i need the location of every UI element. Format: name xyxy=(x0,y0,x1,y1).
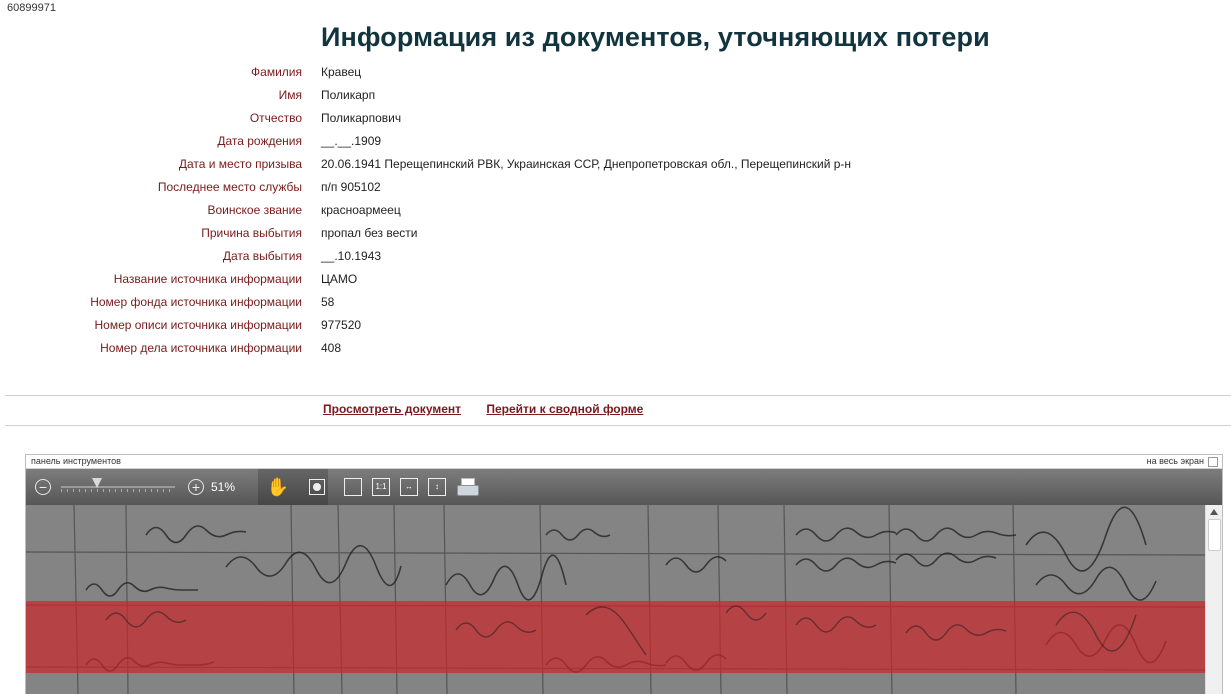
printer-icon xyxy=(457,478,479,496)
field-label: Фамилия xyxy=(251,65,302,79)
action-links: Просмотреть документ Перейти к сводной ф… xyxy=(323,402,665,416)
toolbar-panel-title: панель инструментов xyxy=(31,456,121,466)
plus-icon: + xyxy=(188,479,204,495)
record-id: 60899971 xyxy=(7,2,56,14)
field-row-conscription: Дата и место призыва 20.06.1941 Перещепи… xyxy=(0,153,1231,176)
scroll-thumb[interactable] xyxy=(1208,519,1221,551)
field-value: Поликарпович xyxy=(321,111,402,125)
view-document-link[interactable]: Просмотреть документ xyxy=(323,402,461,416)
fullscreen-checkbox[interactable] xyxy=(1208,457,1218,467)
field-value: 977520 xyxy=(321,318,362,332)
fit-height-button[interactable]: ↕ xyxy=(428,476,446,498)
summary-form-link[interactable]: Перейти к сводной форме xyxy=(486,402,643,416)
field-label: Последнее место службы xyxy=(157,180,302,194)
field-value: Кравец xyxy=(321,65,362,79)
zoom-in-button[interactable]: + xyxy=(186,476,206,498)
field-label: Дата выбытия xyxy=(222,249,302,263)
field-value: __.10.1943 xyxy=(321,249,382,263)
field-value: пропал без вести xyxy=(321,226,418,240)
field-value: 58 xyxy=(321,295,335,309)
field-row-birth-date: Дата рождения __.__.1909 xyxy=(0,130,1231,153)
fit-page-icon xyxy=(344,478,362,496)
field-value: 408 xyxy=(321,341,342,355)
field-value: Поликарп xyxy=(321,88,376,102)
actual-size-icon: 1:1 xyxy=(372,478,390,496)
field-label: Отчество xyxy=(249,111,302,125)
field-label: Номер фонда источника информации xyxy=(90,295,302,309)
field-label: Причина выбытия xyxy=(201,226,302,240)
field-label: Название источника информации xyxy=(113,272,302,286)
page-title: Информация из документов, уточняющих пот… xyxy=(321,22,990,52)
field-label: Дата и место призыва xyxy=(178,157,302,171)
vertical-scrollbar[interactable] xyxy=(1205,505,1222,694)
field-value: п/п 905102 xyxy=(321,180,381,194)
field-row-rank: Воинское звание красноармеец xyxy=(0,199,1231,222)
viewer-toolbar: − + 51% ✋ 1:1 ↔ ↕ xyxy=(26,469,1222,505)
field-label: Номер описи источника информации xyxy=(94,318,302,332)
document-scan-area[interactable] xyxy=(26,505,1222,694)
field-row-loss-date: Дата выбытия __.10.1943 xyxy=(0,245,1231,268)
fit-height-icon: ↕ xyxy=(428,478,446,496)
zoom-slider-track[interactable] xyxy=(61,486,175,488)
fit-width-button[interactable]: ↔ xyxy=(400,476,418,498)
document-viewer: панель инструментов на весь экран − + 51… xyxy=(25,454,1223,694)
field-value: __.__.1909 xyxy=(321,134,382,148)
field-row-surname: Фамилия Кравец xyxy=(0,61,1231,84)
field-row-source-name: Название источника информации ЦАМО xyxy=(0,268,1231,291)
field-row-loss-reason: Причина выбытия пропал без вести xyxy=(0,222,1231,245)
pan-tool-button[interactable]: ✋ xyxy=(266,476,290,498)
actual-size-button[interactable]: 1:1 xyxy=(372,476,390,498)
field-value: ЦАМО xyxy=(321,272,358,286)
scroll-up-arrow-icon[interactable] xyxy=(1210,509,1218,515)
field-row-name: Имя Поликарп xyxy=(0,84,1231,107)
zoom-slider-ticks xyxy=(61,489,175,492)
field-row-last-service: Последнее место службы п/п 905102 xyxy=(0,176,1231,199)
field-label: Имя xyxy=(278,88,302,102)
divider xyxy=(5,395,1231,396)
document-scan-image xyxy=(26,505,1205,694)
field-row-patronymic: Отчество Поликарпович xyxy=(0,107,1231,130)
hand-icon: ✋ xyxy=(266,476,290,497)
divider xyxy=(5,425,1231,426)
fit-page-button[interactable] xyxy=(344,476,362,498)
minus-icon: − xyxy=(35,479,51,495)
toolbar-panel-header: панель инструментов на весь экран xyxy=(26,455,1222,469)
zoom-out-button[interactable]: − xyxy=(33,476,53,498)
select-tool-button[interactable] xyxy=(306,476,328,498)
zoom-slider-thumb[interactable] xyxy=(92,478,102,488)
fullscreen-label[interactable]: на весь экран xyxy=(1147,456,1204,466)
field-row-inventory-number: Номер описи источника информации 977520 xyxy=(0,314,1231,337)
field-label: Номер дела источника информации xyxy=(100,341,302,355)
field-row-fund-number: Номер фонда источника информации 58 xyxy=(0,291,1231,314)
field-row-case-number: Номер дела источника информации 408 xyxy=(0,337,1231,360)
print-button[interactable] xyxy=(455,476,479,498)
field-value: красноармеец xyxy=(321,203,401,217)
fit-width-icon: ↔ xyxy=(400,478,418,496)
zoom-level: 51% xyxy=(211,480,236,494)
field-label: Дата рождения xyxy=(217,134,302,148)
info-fields: Фамилия Кравец Имя Поликарп Отчество Пол… xyxy=(0,61,1231,360)
field-value: 20.06.1941 Перещепинский РВК, Украинская… xyxy=(321,157,852,171)
select-icon xyxy=(309,479,325,495)
field-label: Воинское звание xyxy=(207,203,303,217)
